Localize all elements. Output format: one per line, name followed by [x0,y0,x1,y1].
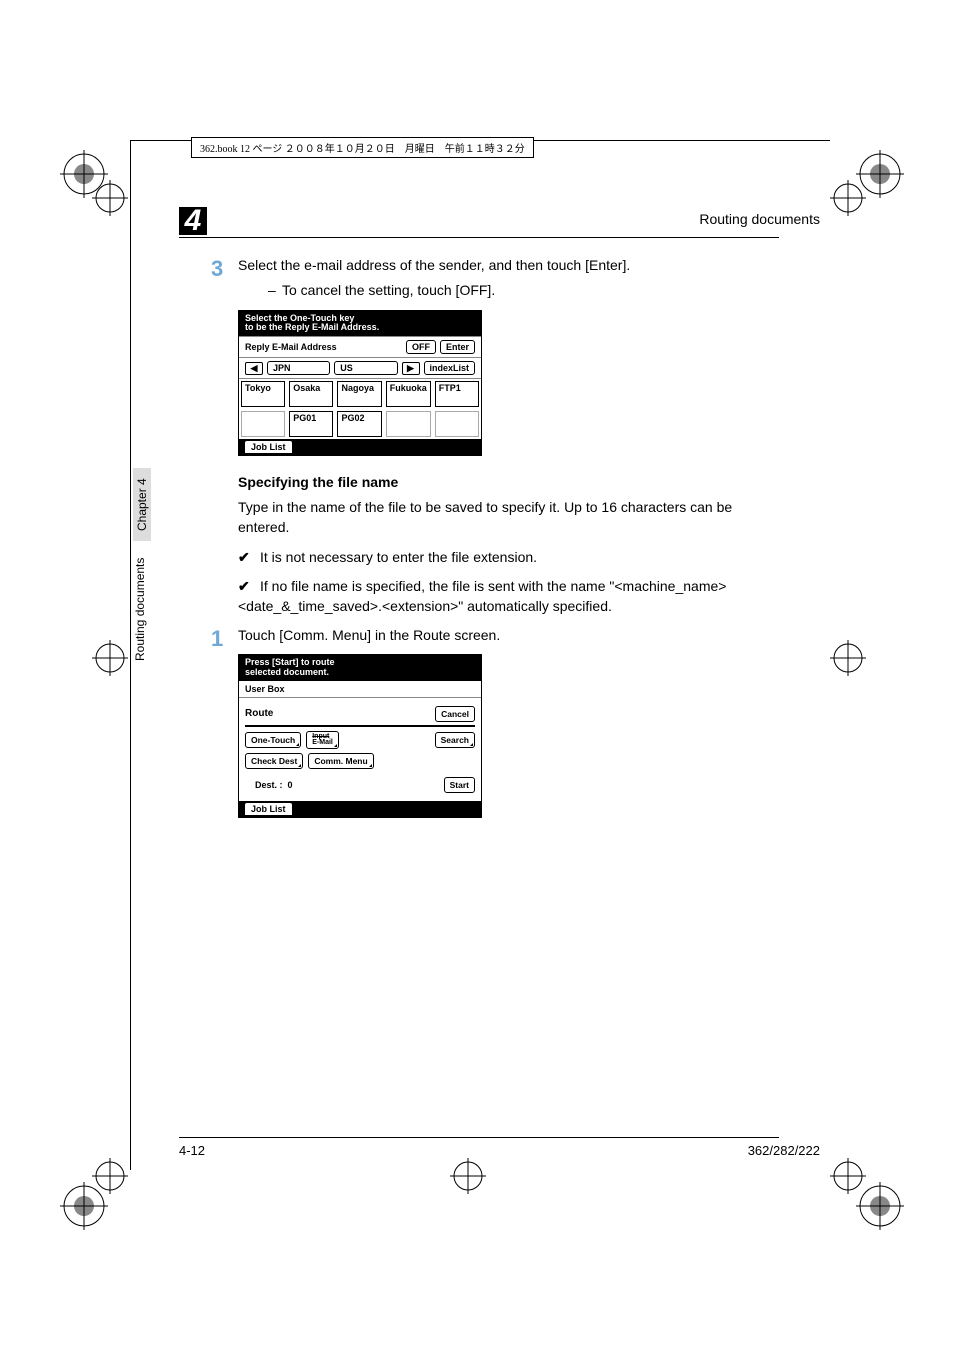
onetouch-cell[interactable]: Tokyo [241,381,285,407]
cancel-button[interactable]: Cancel [435,706,475,722]
ui-screenshot-reply: Select the One-Touch key to be the Reply… [238,310,482,457]
us-tab[interactable]: US [334,361,397,375]
commmenu-button[interactable]: Comm. Menu [308,753,373,769]
search-button[interactable]: Search [435,732,475,748]
step-text: Select the e-mail address of the sender,… [238,256,763,276]
step-sub: –To cancel the setting, touch [OFF]. [268,282,763,298]
chapter-number: 4 [179,207,207,235]
jpn-tab[interactable]: JPN [267,361,330,375]
step-number: 3 [211,256,223,282]
header-title: Routing documents [699,211,820,227]
regmark-icon [830,1158,866,1194]
step-text: Touch [Comm. Menu] in the Route screen. [238,626,763,646]
userbox-label: User Box [239,681,481,698]
reply-label: Reply E-Mail Address [245,342,402,352]
screen-title-line: to be the Reply E-Mail Address. [245,323,475,333]
joblist-tab[interactable]: Job List [245,441,292,453]
bullet: ✔It is not necessary to enter the file e… [238,548,763,568]
step-number: 1 [211,626,223,652]
onetouch-cell[interactable] [241,411,285,437]
side-title: Routing documents [133,558,147,661]
arrow-right-icon[interactable]: ▶ [402,362,420,375]
onetouch-grid: Tokyo Osaka Nagoya Fukuoka FTP1 PG01 PG0… [239,378,481,439]
footer-page: 4-12 [179,1143,205,1158]
page-frame: 362.book 12 ページ ２００８年１０月２０日 月曜日 午前１１時３２分… [130,140,830,1170]
regmark-icon [830,640,866,676]
start-button[interactable]: Start [444,777,475,793]
footer-model: 362/282/222 [748,1143,820,1158]
screen-title-line: selected document. [245,668,475,678]
bullet: ✔If no file name is specified, the file … [238,577,763,616]
onetouch-cell[interactable]: Fukuoka [386,381,431,407]
onetouch-cell[interactable]: PG02 [337,411,381,437]
regmark-icon [92,180,128,216]
header-rule [179,237,779,238]
off-button[interactable]: OFF [406,340,436,354]
onetouch-cell[interactable]: FTP1 [435,381,479,407]
enter-button[interactable]: Enter [440,340,475,354]
regmark-icon [92,640,128,676]
onetouch-cell[interactable] [435,411,479,437]
arrow-left-icon[interactable]: ◀ [245,362,263,375]
onetouch-button[interactable]: One-Touch [245,732,301,748]
checkdest-button[interactable]: Check Dest [245,753,303,769]
joblist-tab[interactable]: Job List [245,803,292,815]
book-strip: 362.book 12 ページ ２００８年１０月２０日 月曜日 午前１１時３２分 [191,137,534,158]
ui-screenshot-route: Press [Start] to route selected document… [238,654,482,818]
onetouch-cell[interactable]: Nagoya [337,381,381,407]
onetouch-cell[interactable] [386,411,431,437]
section-para: Type in the name of the file to be saved… [238,498,763,537]
footer-rule [179,1137,779,1138]
input-email-button[interactable]: InputE-Mail [306,731,339,750]
section-heading: Specifying the file name [238,474,763,490]
route-label: Route [245,708,273,719]
regmark-icon [92,1158,128,1194]
regmark-icon [830,180,866,216]
indexlist-button[interactable]: indexList [424,361,476,375]
side-chapter-label: Chapter 4 [133,468,151,541]
dest-label: Dest. : 0 [245,780,293,790]
onetouch-cell[interactable]: Osaka [289,381,333,407]
onetouch-cell[interactable]: PG01 [289,411,333,437]
